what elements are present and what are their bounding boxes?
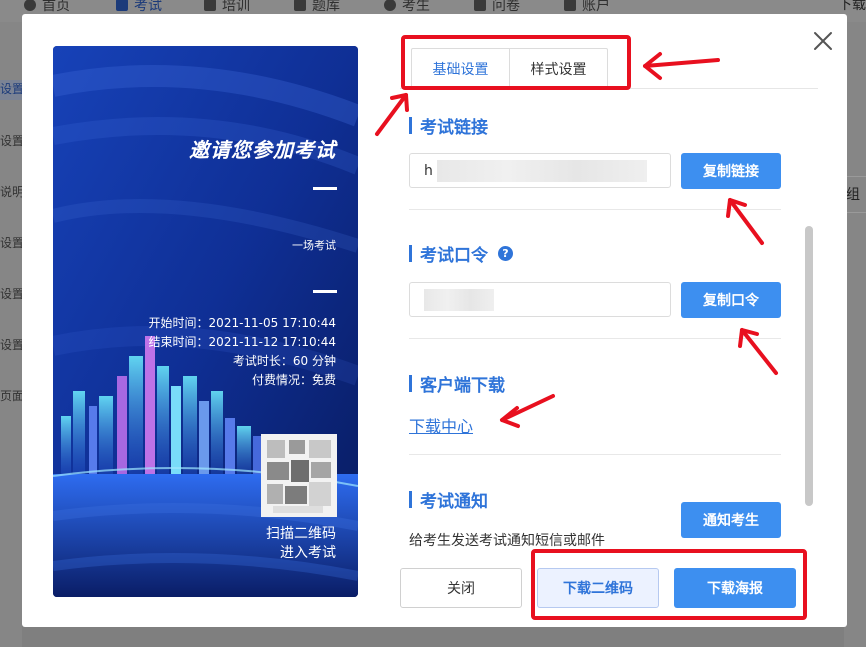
exam-link-value: h (424, 162, 433, 179)
qr-code-image (261, 434, 337, 517)
home-icon (24, 0, 36, 11)
bg-sidebar-item[interactable]: 设置 (0, 132, 22, 149)
close-icon[interactable] (812, 30, 834, 52)
book-icon (204, 0, 216, 11)
bg-sidebar-item[interactable]: 设置 (0, 285, 22, 302)
section-title: 考试通知 (420, 492, 488, 512)
bg-divider (846, 212, 866, 213)
user-icon (384, 0, 396, 11)
nav-account-label: 账户 (582, 0, 610, 14)
close-button[interactable]: 关闭 (400, 568, 522, 608)
notify-candidates-button[interactable]: 通知考生 (681, 502, 781, 538)
section-title: 客户端下载 (420, 376, 505, 396)
section-marker (409, 491, 412, 508)
help-icon[interactable]: ? (498, 246, 513, 261)
section-divider (409, 338, 781, 339)
section-client-download: 客户端下载 (409, 371, 505, 396)
poster-start-time: 开始时间：2021-11-05 17:10:44 (148, 316, 336, 330)
tabs-divider (400, 88, 818, 89)
copy-password-button[interactable]: 复制口令 (681, 282, 781, 318)
survey-icon (474, 0, 486, 11)
bg-sidebar-item[interactable]: 说明 (0, 183, 22, 200)
poster-scan-label: 扫描二维码 (266, 526, 336, 542)
nav-question-bank-label: 题库 (312, 0, 340, 14)
nav-candidates-label: 考生 (402, 0, 430, 14)
document-icon (116, 0, 128, 11)
poster-subtitle: 一场考试 (292, 239, 336, 252)
library-icon (294, 0, 306, 11)
bg-sidebar-item[interactable]: 页面 (0, 387, 22, 404)
section-marker (409, 117, 412, 134)
poster-divider (313, 187, 337, 190)
section-exam-link: 考试链接 (409, 113, 488, 138)
exam-link-field[interactable]: h (409, 153, 671, 188)
section-marker (409, 245, 412, 262)
exam-password-field[interactable] (409, 282, 671, 317)
poster-fee: 付费情况：免费 (251, 373, 336, 387)
nav-survey-label: 问卷 (492, 0, 520, 14)
background-sidebar: 设置 设置 说明 设置 设置 设置 页面 (0, 22, 22, 647)
tab-basic-settings[interactable]: 基础设置 (412, 49, 510, 89)
exam-poster: 邀请您参加考试 一场考试 开始时间：2021-11-05 17:10:44 结束… (53, 46, 358, 597)
poster-qr-code (261, 434, 337, 517)
poster-divider (313, 290, 337, 293)
section-title: 考试链接 (420, 118, 488, 138)
bg-sidebar-item[interactable]: 设置 (0, 80, 22, 100)
download-center-link[interactable]: 下载中心 (409, 413, 473, 437)
section-exam-notify: 考试通知 (409, 487, 488, 512)
section-exam-password: 考试口令 ? (409, 241, 513, 266)
section-divider (409, 209, 781, 210)
copy-link-button[interactable]: 复制链接 (681, 153, 781, 189)
poster-duration: 考试时长：60 分钟 (232, 354, 336, 368)
nav-home-label: 首页 (42, 0, 70, 14)
blurred-text (424, 288, 494, 311)
background-right-panel (844, 22, 866, 647)
nav-exam-label: 考试 (134, 0, 162, 14)
download-poster-button[interactable]: 下载海报 (674, 568, 796, 608)
poster-end-time: 结束时间：2021-11-12 17:10:44 (148, 335, 336, 349)
download-qr-button[interactable]: 下载二维码 (537, 568, 659, 608)
tab-style-settings[interactable]: 样式设置 (510, 49, 607, 89)
notify-description: 给考生发送考试通知短信或邮件 (409, 533, 605, 549)
section-divider (409, 454, 781, 455)
nav-download[interactable]: 下载 (838, 0, 866, 14)
section-title: 考试口令 (420, 246, 488, 266)
account-icon (564, 0, 576, 11)
bg-sidebar-item[interactable]: 设置 (0, 336, 22, 353)
section-marker (409, 375, 412, 392)
content-scrollbar[interactable] (805, 226, 813, 506)
nav-training-label: 培训 (222, 0, 250, 14)
poster-title: 邀请您参加考试 (189, 138, 336, 162)
bg-divider (846, 176, 866, 177)
bg-sidebar-item[interactable]: 设置 (0, 234, 22, 251)
poster-enter-label: 进入考试 (280, 545, 336, 561)
bg-right-text: 组 (846, 187, 860, 203)
settings-tabs: 基础设置 样式设置 (411, 48, 608, 90)
blurred-text (436, 159, 647, 182)
